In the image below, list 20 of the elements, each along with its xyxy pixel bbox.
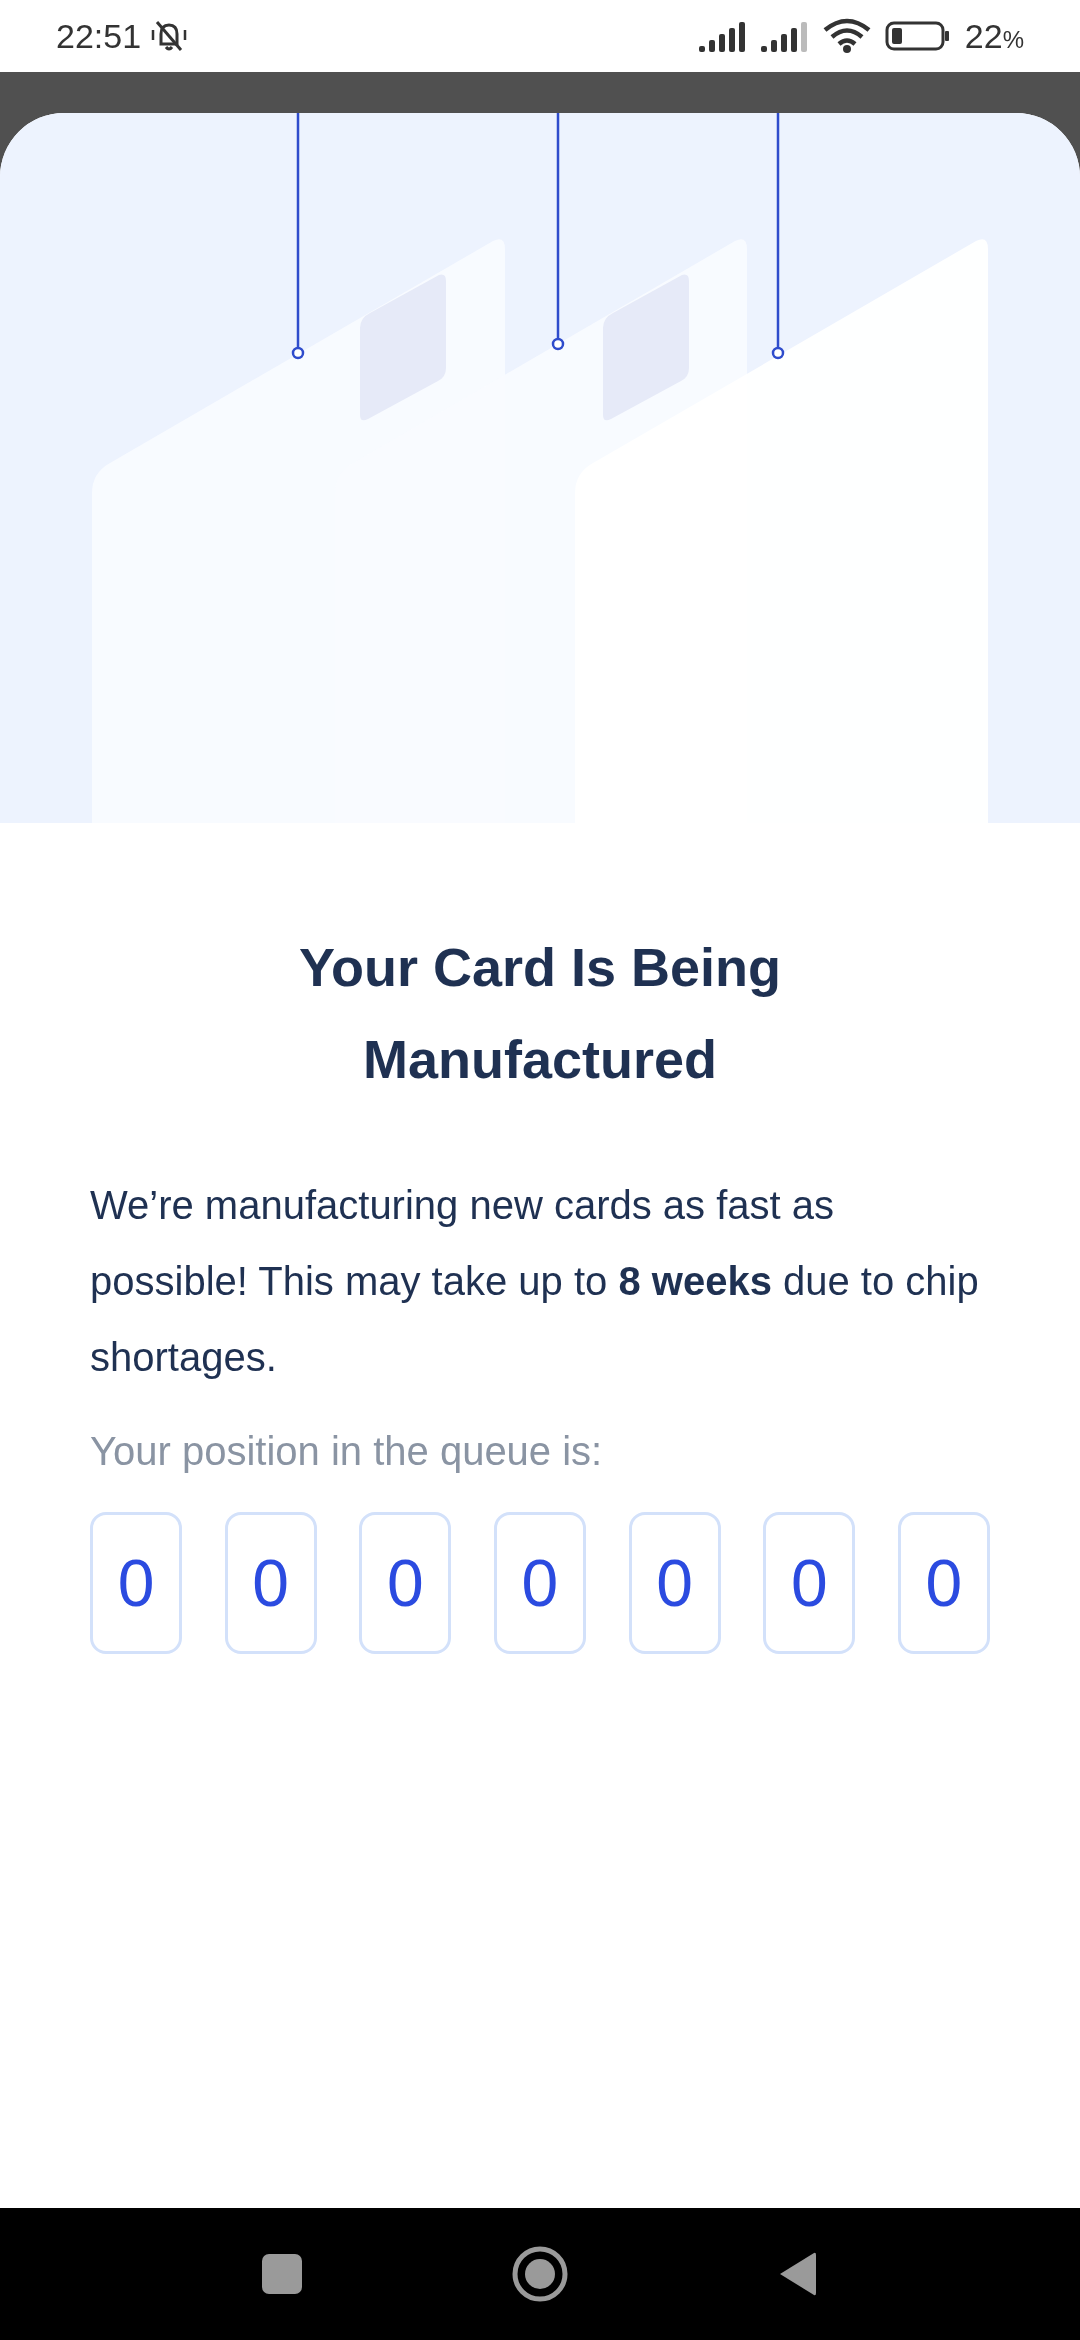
queue-digit: 0 — [897, 1512, 990, 1654]
queue-digit: 0 — [493, 1512, 586, 1654]
queue-digit: 0 — [224, 1512, 317, 1654]
back-icon[interactable] — [778, 2251, 818, 2297]
queue-digit: 0 — [359, 1512, 452, 1654]
queue-digit: 0 — [90, 1512, 182, 1654]
queue-digit: 0 — [763, 1512, 856, 1654]
home-icon[interactable] — [512, 2246, 568, 2302]
wifi-icon — [822, 18, 871, 54]
battery-level: 22 — [964, 16, 1003, 56]
message-text: We’re manufacturing new cards as fast as possible! This may take up to 8 weeks due to chip shortages. — [90, 1182, 980, 1381]
signal-icon — [698, 20, 747, 52]
battery-unit: % — [1002, 25, 1024, 54]
queue-digit: 0 — [628, 1512, 721, 1654]
signal-icon — [760, 20, 809, 52]
page-title: Your Card Is Being Manufactured — [297, 936, 783, 1091]
recents-icon[interactable] — [262, 2254, 302, 2294]
battery-icon — [884, 20, 951, 52]
status-time: 22:51 — [56, 16, 142, 56]
queue-label: Your position in the queue is: — [90, 1429, 604, 1474]
